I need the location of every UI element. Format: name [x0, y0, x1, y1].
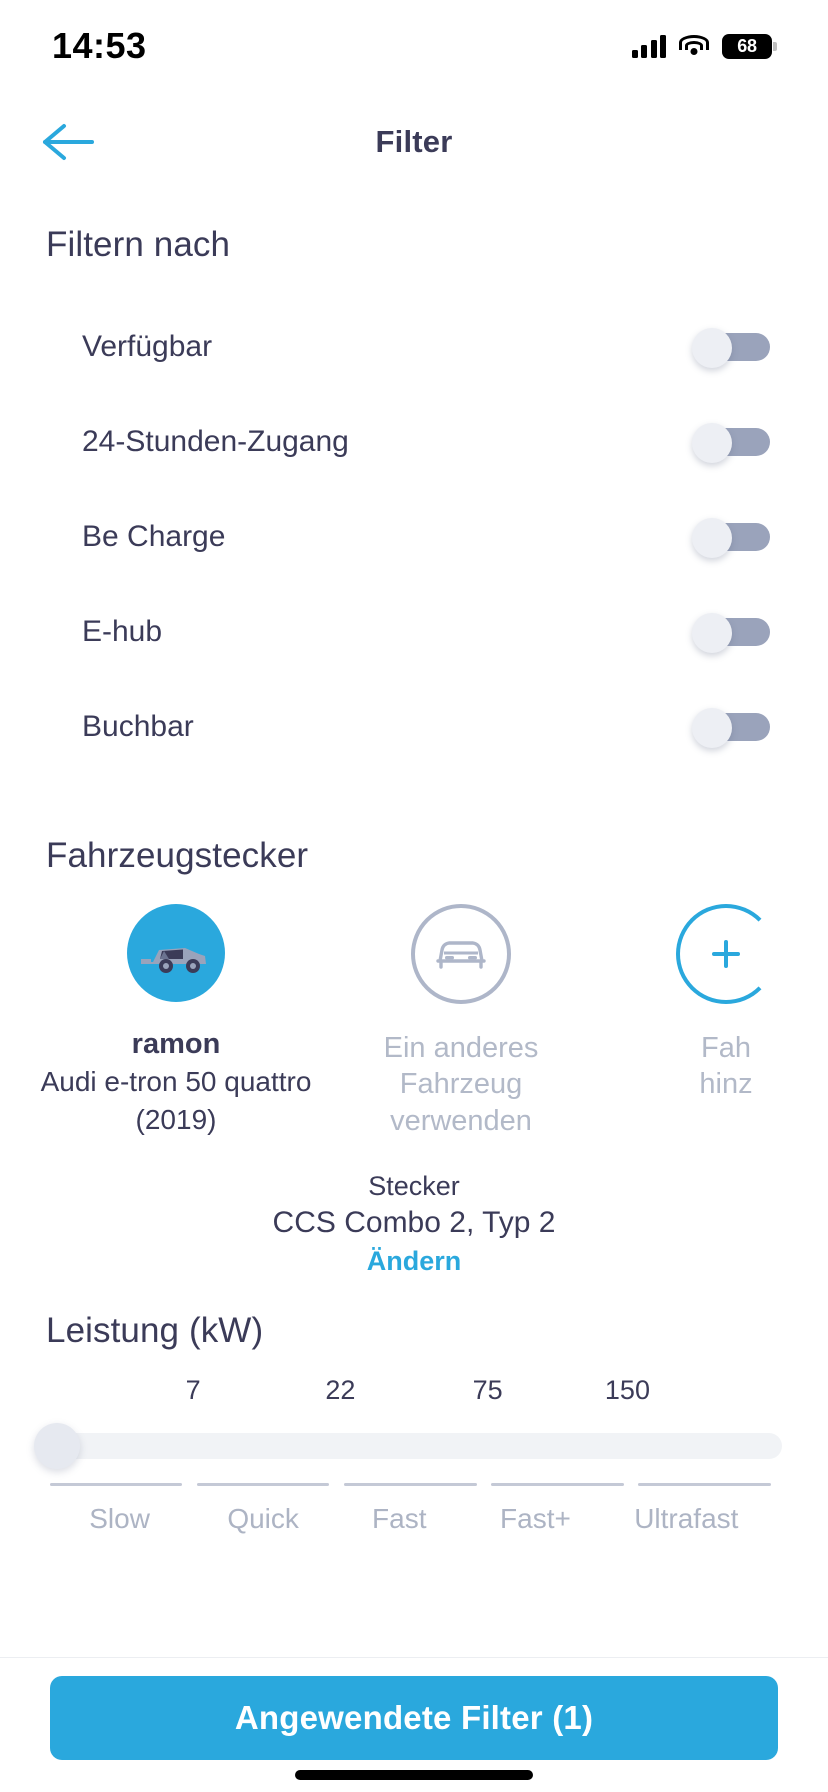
scale-value: 22: [325, 1374, 356, 1405]
vehicle-card-other[interactable]: Ein anderes Fahrzeug verwenden: [326, 904, 596, 1139]
slider-speed-labels: Slow Quick Fast Fast+ Ultrafast: [46, 1503, 782, 1549]
filter-row-buchbar[interactable]: Buchbar: [0, 679, 828, 774]
filter-by-heading: Filtern nach: [46, 225, 231, 264]
plug-caption: Stecker: [368, 1170, 460, 1201]
scale-value: 7: [185, 1374, 201, 1405]
home-indicator: [295, 1770, 533, 1780]
power-scale-values: 7 22 75 150: [46, 1375, 782, 1413]
vehicle-card-add[interactable]: Fah hinz: [596, 904, 828, 1103]
slider-track-row[interactable]: [34, 1422, 782, 1469]
vehicle-year: (2019): [135, 1104, 217, 1136]
vehicle-name: ramon: [131, 1028, 221, 1060]
toggle-be-charge[interactable]: [692, 517, 770, 558]
toggle-e-hub[interactable]: [692, 612, 770, 653]
scale-value: 75: [472, 1374, 503, 1405]
scale-value: 150: [604, 1374, 650, 1405]
filter-label: Verfügbar: [82, 329, 213, 363]
car-avatar-icon: [127, 904, 225, 1002]
back-arrow-icon: [43, 124, 94, 160]
apply-filters-button[interactable]: Angewendete Filter (1): [50, 1676, 778, 1760]
phone-screen: 14:53 68 Filter Filtern nach Verfügbar 2…: [0, 0, 828, 1792]
slider-handle[interactable]: [34, 1422, 80, 1469]
plus-circle-icon: [676, 904, 776, 1004]
battery-level: 68: [737, 35, 757, 56]
toggle-24-stunden-zugang[interactable]: [692, 422, 770, 463]
other-vehicle-label-line1: Ein anderes: [383, 1032, 539, 1064]
vehicle-carousel[interactable]: ramon Audi e-tron 50 quattro (2019) Ein …: [0, 904, 828, 1139]
battery-icon: 68: [722, 33, 777, 59]
speed-label: Slow: [89, 1502, 150, 1534]
filter-label: Buchbar: [82, 709, 194, 743]
plug-value: CCS Combo 2, Typ 2: [272, 1205, 556, 1239]
speed-label: Fast: [372, 1502, 427, 1534]
footer-bar: Angewendete Filter (1): [0, 1657, 828, 1792]
nav-bar: Filter: [0, 92, 828, 192]
slider-track[interactable]: [46, 1432, 782, 1459]
speed-label: Fast+: [500, 1502, 571, 1534]
cellular-signal-icon: [631, 34, 666, 58]
filter-label: Be Charge: [82, 519, 226, 553]
power-heading: Leistung (kW): [46, 1310, 264, 1350]
power-slider[interactable]: 7 22 75 150 Slow Quick Fast Fast+ Ultraf…: [0, 1375, 828, 1549]
status-icons: 68: [631, 33, 777, 59]
add-vehicle-label-line2: hinz: [699, 1068, 753, 1101]
toggle-list: Verfügbar 24-Stunden-Zugang Be Charge E-…: [0, 299, 828, 774]
page-title: Filter: [375, 124, 453, 159]
slider-segment-marks: [46, 1482, 782, 1493]
car-outline-icon: [411, 904, 511, 1004]
filter-label: 24-Stunden-Zugang: [82, 424, 349, 458]
vehicle-plug-heading: Fahrzeugstecker: [46, 836, 309, 875]
back-button[interactable]: [28, 107, 108, 177]
speed-label: Quick: [227, 1502, 299, 1534]
filter-row-24-stunden-zugang[interactable]: 24-Stunden-Zugang: [0, 394, 828, 489]
toggle-buchbar[interactable]: [692, 707, 770, 748]
speed-label: Ultrafast: [634, 1502, 739, 1534]
filter-row-be-charge[interactable]: Be Charge: [0, 489, 828, 584]
toggle-verfugbar[interactable]: [692, 327, 770, 368]
status-bar: 14:53 68: [0, 0, 828, 92]
vehicle-model: Audi e-tron 50 quattro: [40, 1066, 312, 1097]
other-vehicle-label-line2: Fahrzeug: [399, 1068, 523, 1101]
change-plug-link[interactable]: Ändern: [0, 1246, 828, 1277]
add-vehicle-label-line1: Fah: [701, 1032, 751, 1064]
filter-row-verfugbar[interactable]: Verfügbar: [0, 299, 828, 394]
vehicle-card-selected[interactable]: ramon Audi e-tron 50 quattro (2019): [26, 904, 326, 1137]
filter-label: E-hub: [82, 614, 163, 648]
other-vehicle-label-line3: verwenden: [390, 1104, 532, 1137]
status-time: 14:53: [52, 25, 147, 66]
plug-info: Stecker CCS Combo 2, Typ 2 Ändern: [0, 1171, 828, 1277]
filter-content: Filtern nach Verfügbar 24-Stunden-Zugang…: [0, 192, 828, 1657]
wifi-icon: [679, 35, 709, 57]
filter-row-e-hub[interactable]: E-hub: [0, 584, 828, 679]
